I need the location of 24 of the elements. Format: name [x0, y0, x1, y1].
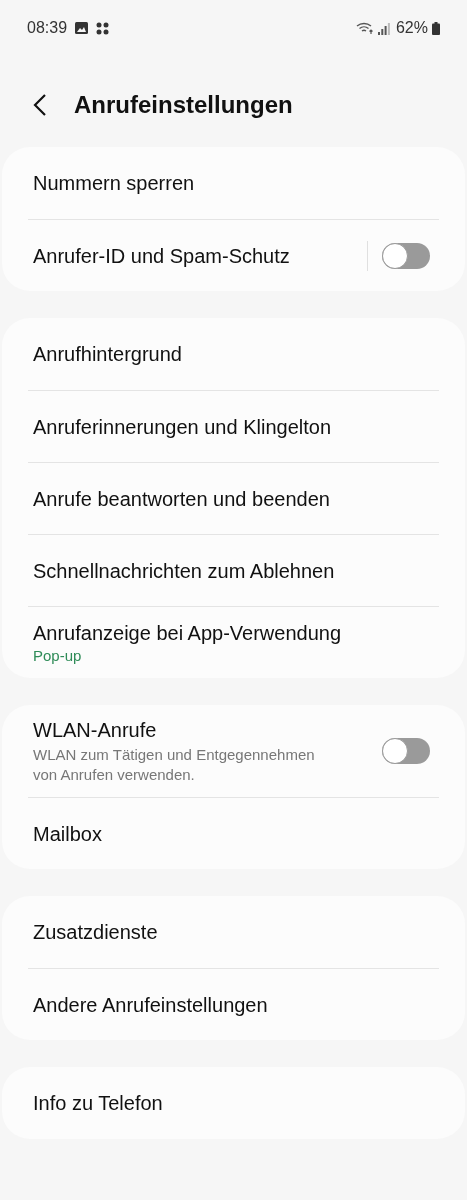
setting-label[interactable]: Mailbox [33, 820, 431, 847]
battery-percent: 62% [395, 18, 428, 38]
toggle-switch[interactable] [382, 738, 430, 764]
wifi-icon [355, 21, 374, 35]
setting-label[interactable]: Info zu Telefon [33, 1090, 431, 1116]
setting-label[interactable]: WLAN-Anrufe [33, 717, 374, 743]
status-time: 08:39 [27, 18, 68, 38]
battery-icon [432, 21, 440, 35]
setting-label[interactable]: Anrufer-ID und Spam-Schutz [33, 242, 359, 269]
dots-icon [96, 21, 110, 35]
signal-icon [377, 21, 390, 35]
toggle-switch[interactable] [382, 242, 430, 269]
page-title: Anrufeinstellungen [74, 90, 293, 120]
setting-label[interactable]: Nummern sperren [33, 170, 431, 196]
setting-label[interactable]: Anrufhintergrund [33, 341, 431, 367]
setting-label[interactable]: Schnellnachrichten zum Ablehnen [33, 557, 431, 584]
setting-label[interactable]: Anruferinnerungen und Klingelton [33, 413, 431, 440]
image-icon [75, 22, 89, 34]
setting-label[interactable]: Zusatzdienste [33, 919, 431, 945]
setting-value: Pop-up [33, 645, 83, 666]
setting-label[interactable]: Andere Anrufeinstellungen [33, 991, 431, 1018]
setting-label[interactable]: Anrufanzeige bei App-Verwendung [33, 619, 431, 646]
setting-label[interactable]: Anrufe beantworten und beenden [33, 485, 431, 512]
setting-description: WLAN zum Tätigen und Entgegennehmen von Anrufen verwenden. [33, 745, 316, 785]
